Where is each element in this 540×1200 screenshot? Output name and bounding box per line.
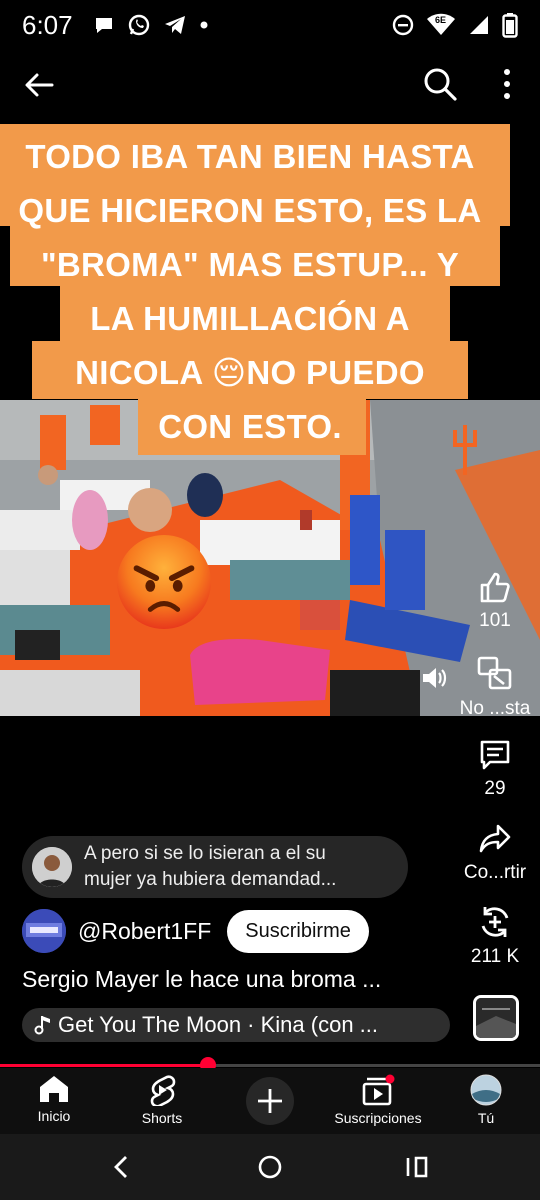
create-plus-icon: [246, 1077, 294, 1125]
dislike-label: No ...sta: [459, 698, 531, 719]
comments-count: 29: [484, 778, 506, 799]
chat-bubble-icon: [95, 18, 112, 33]
angry-face-emoji-icon: [116, 534, 212, 630]
search-icon[interactable]: [422, 66, 458, 102]
caption-line: CON ESTO.: [158, 408, 342, 445]
caption-line: QUE HICIERON ESTO, ES LA: [18, 192, 482, 229]
share-icon: [479, 824, 511, 853]
more-vert-icon[interactable]: [496, 66, 518, 102]
dnd-icon: [392, 14, 414, 36]
channel-row: @Robert1FF Suscribirme: [22, 908, 369, 954]
like-count: 101: [479, 610, 511, 631]
home-icon: [40, 1076, 68, 1102]
music-note-icon: [34, 1016, 50, 1035]
wifi-indicator: 6E: [426, 13, 456, 37]
remix-icon: [481, 907, 509, 937]
caption-line: TODO IBA TAN BIEN HASTA: [25, 138, 475, 175]
music-title: Get You The Moon · Kina (con ...: [58, 1012, 379, 1037]
nav-home-label: Inicio: [37, 1108, 71, 1124]
caption-text: TODO IBA TAN BIEN HASTA QUE HICIERON EST…: [0, 130, 500, 454]
status-time: 6:07: [22, 9, 73, 40]
whatsapp-icon: [128, 14, 149, 36]
comment-line: mujer ya hubiera demandad...: [84, 869, 337, 890]
nav-you-label: Tú: [477, 1110, 495, 1126]
nav-subscriptions[interactable]: Suscripciones: [324, 1074, 432, 1126]
share-label: Co...rtir: [463, 862, 527, 883]
comments-action[interactable]: 29: [450, 738, 540, 800]
top-comment[interactable]: A pero si se lo isieran a el su mujer ya…: [22, 836, 408, 898]
caption-line: LA HUMILLACIÓN A: [90, 300, 410, 337]
sound-thumbnail[interactable]: [473, 995, 519, 1041]
thumbs-up-icon: [480, 572, 510, 603]
volume-icon[interactable]: [420, 664, 448, 692]
nav-create[interactable]: [216, 1076, 324, 1130]
battery-icon: [502, 13, 518, 38]
share-action[interactable]: Co...rtir: [450, 822, 540, 884]
music-pill[interactable]: Get You The Moon · Kina (con ...: [22, 1008, 450, 1042]
shorts-icon: [150, 1075, 176, 1106]
nav-subscriptions-label: Suscripciones: [334, 1110, 422, 1126]
comment-icon: [480, 740, 510, 770]
channel-avatar-image: [22, 909, 66, 953]
thumbs-down-icon: [477, 656, 512, 690]
profile-avatar-icon: [470, 1074, 502, 1106]
channel-avatar[interactable]: [22, 909, 66, 953]
dot-icon: [200, 21, 208, 29]
network-type: 6E: [435, 15, 447, 25]
nav-you[interactable]: Tú: [432, 1074, 540, 1126]
top-bar: [0, 58, 540, 110]
progress-bar[interactable]: [0, 1057, 540, 1073]
remix-action[interactable]: 211 K: [450, 904, 540, 968]
dislike-action[interactable]: No ...sta: [450, 654, 540, 720]
channel-handle[interactable]: @Robert1FF: [78, 918, 211, 945]
status-bar: 6:07 6E: [0, 0, 540, 50]
bottom-nav: Inicio Shorts Suscripciones Tú: [0, 1068, 540, 1134]
caption-line: NICOLA 😔NO PUEDO: [75, 354, 425, 391]
nav-shorts-label: Shorts: [141, 1110, 183, 1126]
subscribe-button[interactable]: Suscribirme: [227, 909, 369, 953]
comment-line: A pero si se lo isieran a el su: [84, 843, 326, 864]
system-nav-bar: [0, 1134, 540, 1200]
telegram-icon: [164, 16, 185, 34]
nav-home[interactable]: Inicio: [0, 1074, 108, 1124]
back-arrow-icon[interactable]: [22, 68, 56, 102]
comment-avatar-image: [32, 847, 72, 887]
progress-fill: [0, 1064, 208, 1067]
system-home-icon[interactable]: [257, 1154, 283, 1180]
remix-count: 211 K: [470, 946, 520, 967]
subscriptions-icon: [362, 1074, 395, 1106]
signal-icon: [470, 16, 488, 34]
comment-avatar: [32, 847, 72, 887]
caption-line: "BROMA" MAS ESTUP... Y: [40, 246, 460, 283]
system-back-icon[interactable]: [110, 1154, 132, 1180]
sound-thumbnail-image: [476, 998, 516, 1038]
video-title[interactable]: Sergio Mayer le hace una broma ...: [22, 966, 381, 993]
comment-text: A pero si se lo isieran a el su mujer ya…: [84, 841, 336, 893]
system-recents-icon[interactable]: [404, 1154, 430, 1180]
like-action[interactable]: 101: [450, 570, 540, 632]
nav-shorts[interactable]: Shorts: [108, 1074, 216, 1126]
